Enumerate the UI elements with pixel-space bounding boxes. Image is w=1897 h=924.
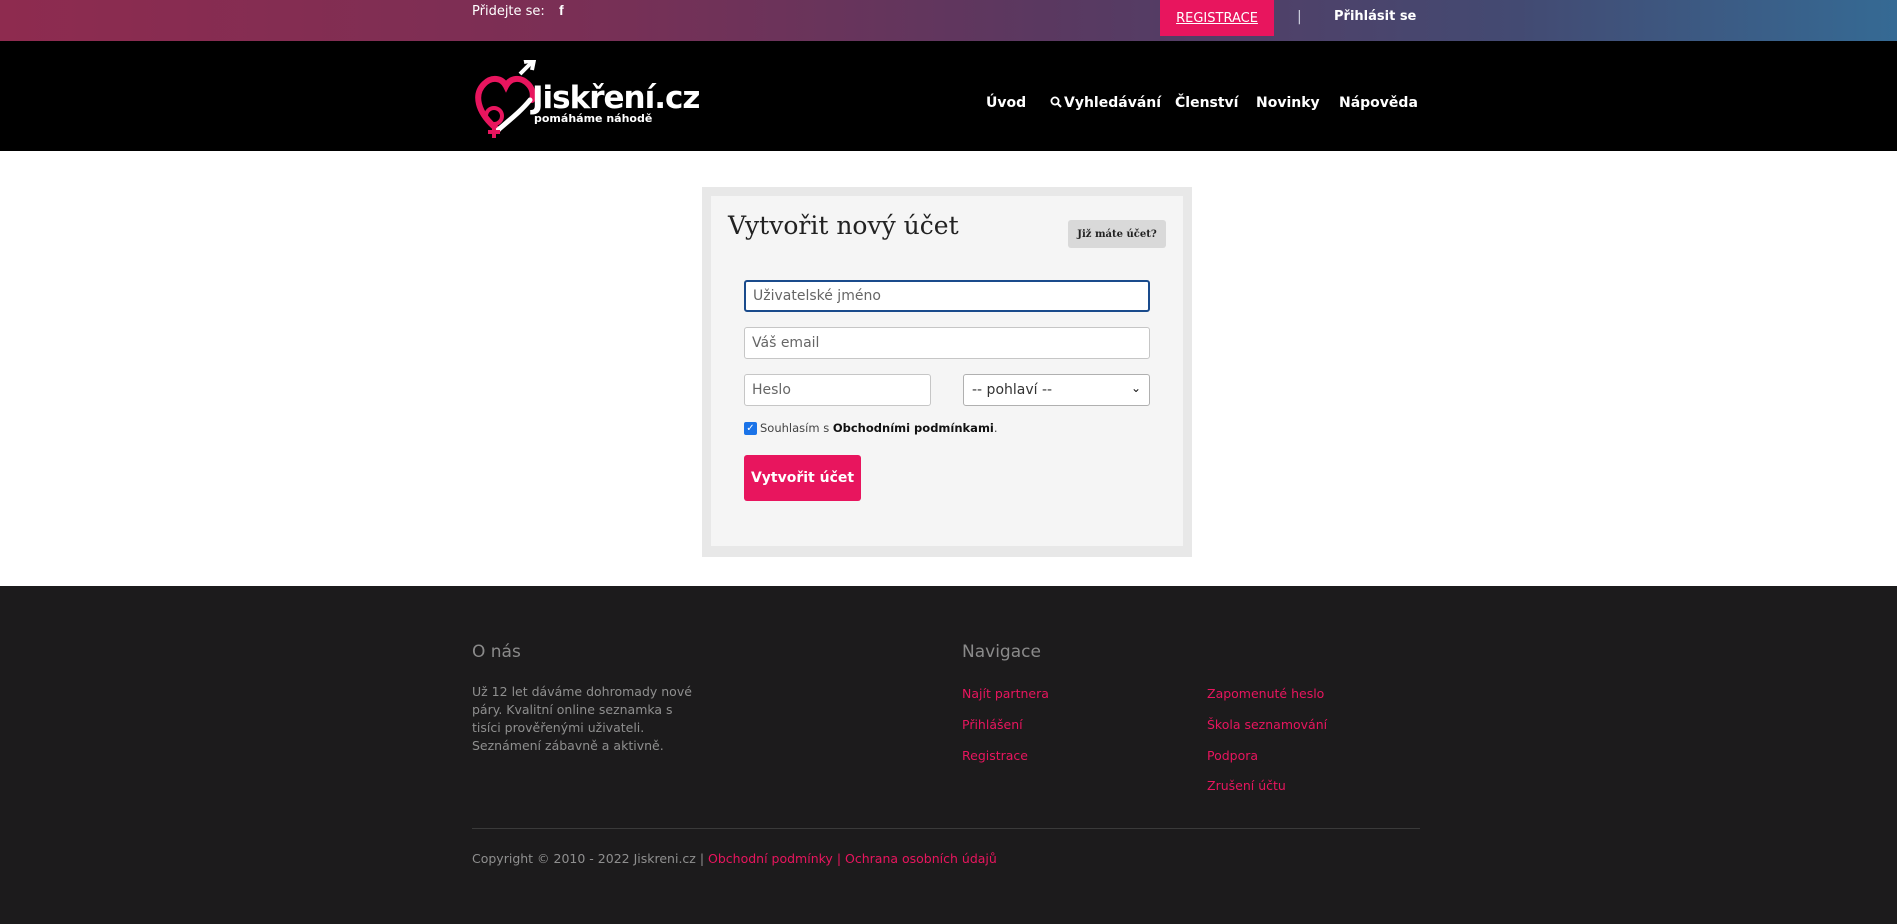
consent-checkbox[interactable]: ✓ [744, 421, 757, 435]
chevron-down-icon: ⌄ [1130, 381, 1141, 395]
terms-footer-link[interactable]: Obchodní podmínky [708, 851, 833, 866]
join-label: Přidejte se: [472, 4, 545, 19]
facebook-icon[interactable]: f [559, 2, 564, 18]
footer-link-skola-seznamovani[interactable]: Škola seznamování [1207, 717, 1327, 732]
create-account-button[interactable]: Vytvořit účet [744, 455, 861, 501]
logo-tagline: pomáháme náhodě [534, 112, 653, 125]
footer-link-prihlaseni[interactable]: Přihlášení [962, 717, 1023, 732]
footer-link-zruseni-uctu[interactable]: Zrušení účtu [1207, 778, 1286, 793]
privacy-footer-link[interactable]: Ochrana osobních údajů [845, 851, 997, 866]
gender-select-value: -- pohlaví -- [972, 382, 1053, 398]
consent-text: Souhlasím s [760, 421, 830, 435]
top-bar [0, 0, 1897, 41]
gender-select[interactable]: -- pohlaví -- ⌄ [963, 374, 1150, 406]
register-button[interactable]: REGISTRACE [1160, 0, 1274, 36]
site-header [0, 41, 1897, 151]
nav-item-vyhledavani[interactable]: Vyhledávání [1050, 95, 1161, 111]
about-heading: O nás [472, 642, 521, 662]
username-input[interactable] [744, 280, 1150, 312]
site-footer [0, 586, 1897, 924]
nav-item-novinky[interactable]: Novinky [1256, 95, 1320, 111]
social-join: Přidejte se: f [472, 2, 564, 19]
consent-period: . [993, 421, 998, 435]
footer-link-podpora[interactable]: Podpora [1207, 748, 1258, 763]
search-icon [1050, 96, 1062, 108]
terms-link[interactable]: Obchodními podmínkami [833, 421, 994, 435]
nav-label-vyhledavani: Vyhledávání [1064, 95, 1162, 111]
nav-item-uvod[interactable]: Úvod [986, 95, 1026, 111]
nav-item-clenstvi[interactable]: Členství [1175, 95, 1239, 111]
copyright-separator: | [836, 851, 842, 866]
footer-link-zapomenute-heslo[interactable]: Zapomenuté heslo [1207, 686, 1324, 701]
email-input[interactable] [744, 327, 1150, 359]
navigation-heading: Navigace [962, 642, 1041, 662]
topbar-separator: | [1297, 9, 1302, 25]
already-have-account-button[interactable]: Již máte účet? [1068, 220, 1166, 248]
form-title: Vytvořit nový účet [728, 211, 959, 240]
footer-link-najit-partnera[interactable]: Najít partnera [962, 686, 1049, 701]
nav-item-napoveda[interactable]: Nápověda [1339, 95, 1418, 111]
password-input[interactable] [744, 374, 931, 406]
footer-divider [472, 828, 1420, 829]
about-text: Už 12 let dáváme dohromady nové páry. Kv… [472, 684, 692, 753]
logo-text[interactable]: Jiskření.cz [532, 80, 700, 116]
login-link[interactable]: Přihlásit se [1334, 9, 1416, 24]
copyright-line: Copyright © 2010 - 2022 Jiskreni.cz | Ob… [472, 851, 997, 866]
footer-link-registrace[interactable]: Registrace [962, 748, 1028, 763]
terms-consent: ✓ Souhlasím s Obchodními podmínkami. [744, 421, 998, 435]
copyright-text: Copyright © 2010 - 2022 Jiskreni.cz | [472, 851, 705, 866]
